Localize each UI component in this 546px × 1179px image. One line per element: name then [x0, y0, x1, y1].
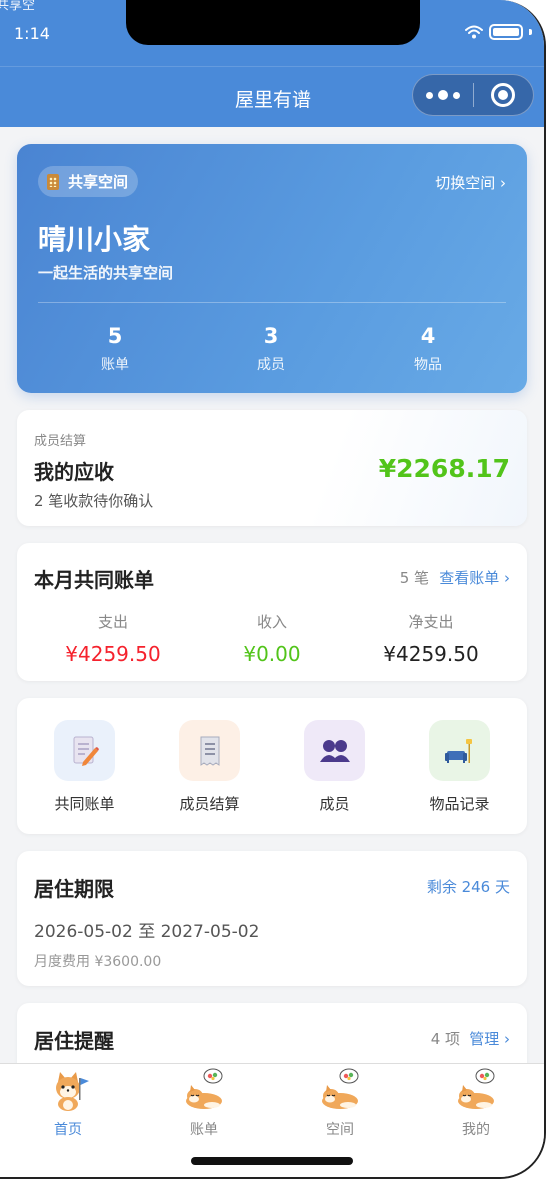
members-icon	[304, 720, 365, 781]
quick-shared-bill[interactable]: 共同账单	[22, 720, 147, 814]
settlement-card[interactable]: 成员结算 我的应收 2 笔收款待你确认 ¥2268.17	[17, 410, 527, 526]
reminder-title: 居住提醒	[34, 1029, 114, 1053]
space-badge: 共享空间	[38, 166, 139, 197]
tab-label: 我的	[462, 1122, 490, 1138]
stat-label: 成员	[257, 357, 285, 373]
bill-net-label: 净支出	[408, 613, 454, 631]
shiba-sleeping-icon	[458, 1068, 495, 1109]
status-bar: 共享空 1:14	[0, 0, 544, 66]
stay-remaining: 剩余 246 天	[426, 878, 510, 896]
stat-label: 账单	[101, 357, 129, 373]
switch-space-link[interactable]: 切换空间 ›	[435, 172, 506, 193]
camera-notch	[126, 0, 420, 45]
stat-label: 物品	[414, 357, 442, 373]
target-icon	[491, 83, 516, 107]
battery-tip	[529, 29, 532, 35]
settlement-caption: 成员结算	[34, 434, 87, 449]
stay-range: 2026-05-02 至 2027-05-02	[34, 922, 260, 942]
shiba-sleeping-icon	[322, 1068, 359, 1109]
settlement-amount: ¥2268.17	[378, 454, 510, 483]
stay-title: 居住期限	[34, 877, 114, 901]
stat-members[interactable]: 3 成员	[211, 324, 331, 374]
settlement-title: 我的应收	[34, 460, 114, 484]
stay-period-card[interactable]: 居住期限 剩余 246 天 2026-05-02 至 2027-05-02 月度…	[17, 851, 527, 986]
phone-screen: 共享空 1:14 屋里有谱 共享空间 切换空间 ›	[0, 0, 546, 1179]
divider	[38, 302, 506, 303]
quick-members[interactable]: 成员	[272, 720, 397, 814]
quick-item-records[interactable]: 物品记录	[397, 720, 522, 814]
quick-entries-card: 共同账单 成员结算 成员 物品记录	[17, 698, 527, 834]
close-capsule-button[interactable]	[473, 75, 533, 115]
shiba-sleeping-icon	[186, 1068, 223, 1109]
bill-expense-value: ¥4259.50	[65, 642, 161, 666]
reminder-count: 4 项	[430, 1030, 460, 1048]
quick-label: 成员结算	[179, 795, 240, 813]
shiba-flag-icon	[56, 1072, 89, 1111]
corner-text: 共享空	[0, 0, 36, 13]
settlement-subtitle: 2 笔收款待你确认	[34, 492, 154, 510]
sofa-icon	[429, 720, 490, 781]
manage-reminders-link[interactable]: 管理 ›	[469, 1028, 510, 1049]
space-description: 一起生活的共享空间	[38, 264, 174, 282]
stat-value: 4	[420, 324, 436, 348]
tab-bills[interactable]: 账单	[154, 1068, 254, 1139]
tab-mine[interactable]: 我的	[426, 1068, 526, 1139]
bill-net: 净支出 ¥4259.50	[346, 611, 516, 666]
mini-program-capsule	[412, 74, 534, 116]
stat-items[interactable]: 4 物品	[368, 324, 488, 374]
tab-home[interactable]: 首页	[18, 1068, 118, 1139]
quick-label: 物品记录	[429, 795, 490, 813]
stat-bills[interactable]: 5 账单	[55, 324, 175, 374]
bill-expense-label: 支出	[97, 613, 128, 631]
bill-income: 收入 ¥0.00	[187, 611, 357, 666]
tab-label: 首页	[54, 1122, 82, 1138]
bill-title: 本月共同账单	[34, 568, 154, 592]
home-indicator[interactable]	[191, 1157, 353, 1165]
tab-label: 空间	[326, 1122, 354, 1138]
quick-label: 共同账单	[54, 795, 115, 813]
stay-fee: 月度费用 ¥3600.00	[34, 954, 162, 970]
bill-expense: 支出 ¥4259.50	[28, 611, 198, 666]
more-icon[interactable]	[413, 75, 473, 115]
bill-income-label: 收入	[256, 613, 287, 631]
bill-count: 5 笔	[399, 569, 429, 587]
quick-label: 成员	[319, 795, 350, 813]
tab-space[interactable]: 空间	[290, 1068, 390, 1139]
view-bills-link[interactable]: 查看账单 ›	[439, 567, 510, 588]
status-icons	[465, 24, 532, 40]
monthly-bill-card: 本月共同账单 5 笔 查看账单 › 支出 ¥4259.50 收入 ¥0.00 净…	[17, 543, 527, 681]
status-time: 1:14	[14, 24, 50, 43]
receipt-icon	[179, 720, 240, 781]
space-badge-label: 共享空间	[68, 173, 129, 191]
space-card: 共享空间 切换空间 › 晴川小家 一起生活的共享空间 5 账单 3 成员 4 物…	[17, 144, 527, 393]
wifi-icon	[465, 25, 483, 39]
bill-income-value: ¥0.00	[243, 642, 301, 666]
nav-bar: 屋里有谱	[0, 66, 544, 127]
space-name: 晴川小家	[38, 223, 151, 256]
bill-icon	[54, 720, 115, 781]
tab-label: 账单	[190, 1122, 218, 1138]
stat-value: 3	[263, 324, 279, 348]
stat-value: 5	[107, 324, 123, 348]
battery-icon	[489, 24, 523, 40]
building-icon	[46, 173, 60, 190]
quick-member-settlement[interactable]: 成员结算	[147, 720, 272, 814]
bill-net-value: ¥4259.50	[383, 642, 479, 666]
